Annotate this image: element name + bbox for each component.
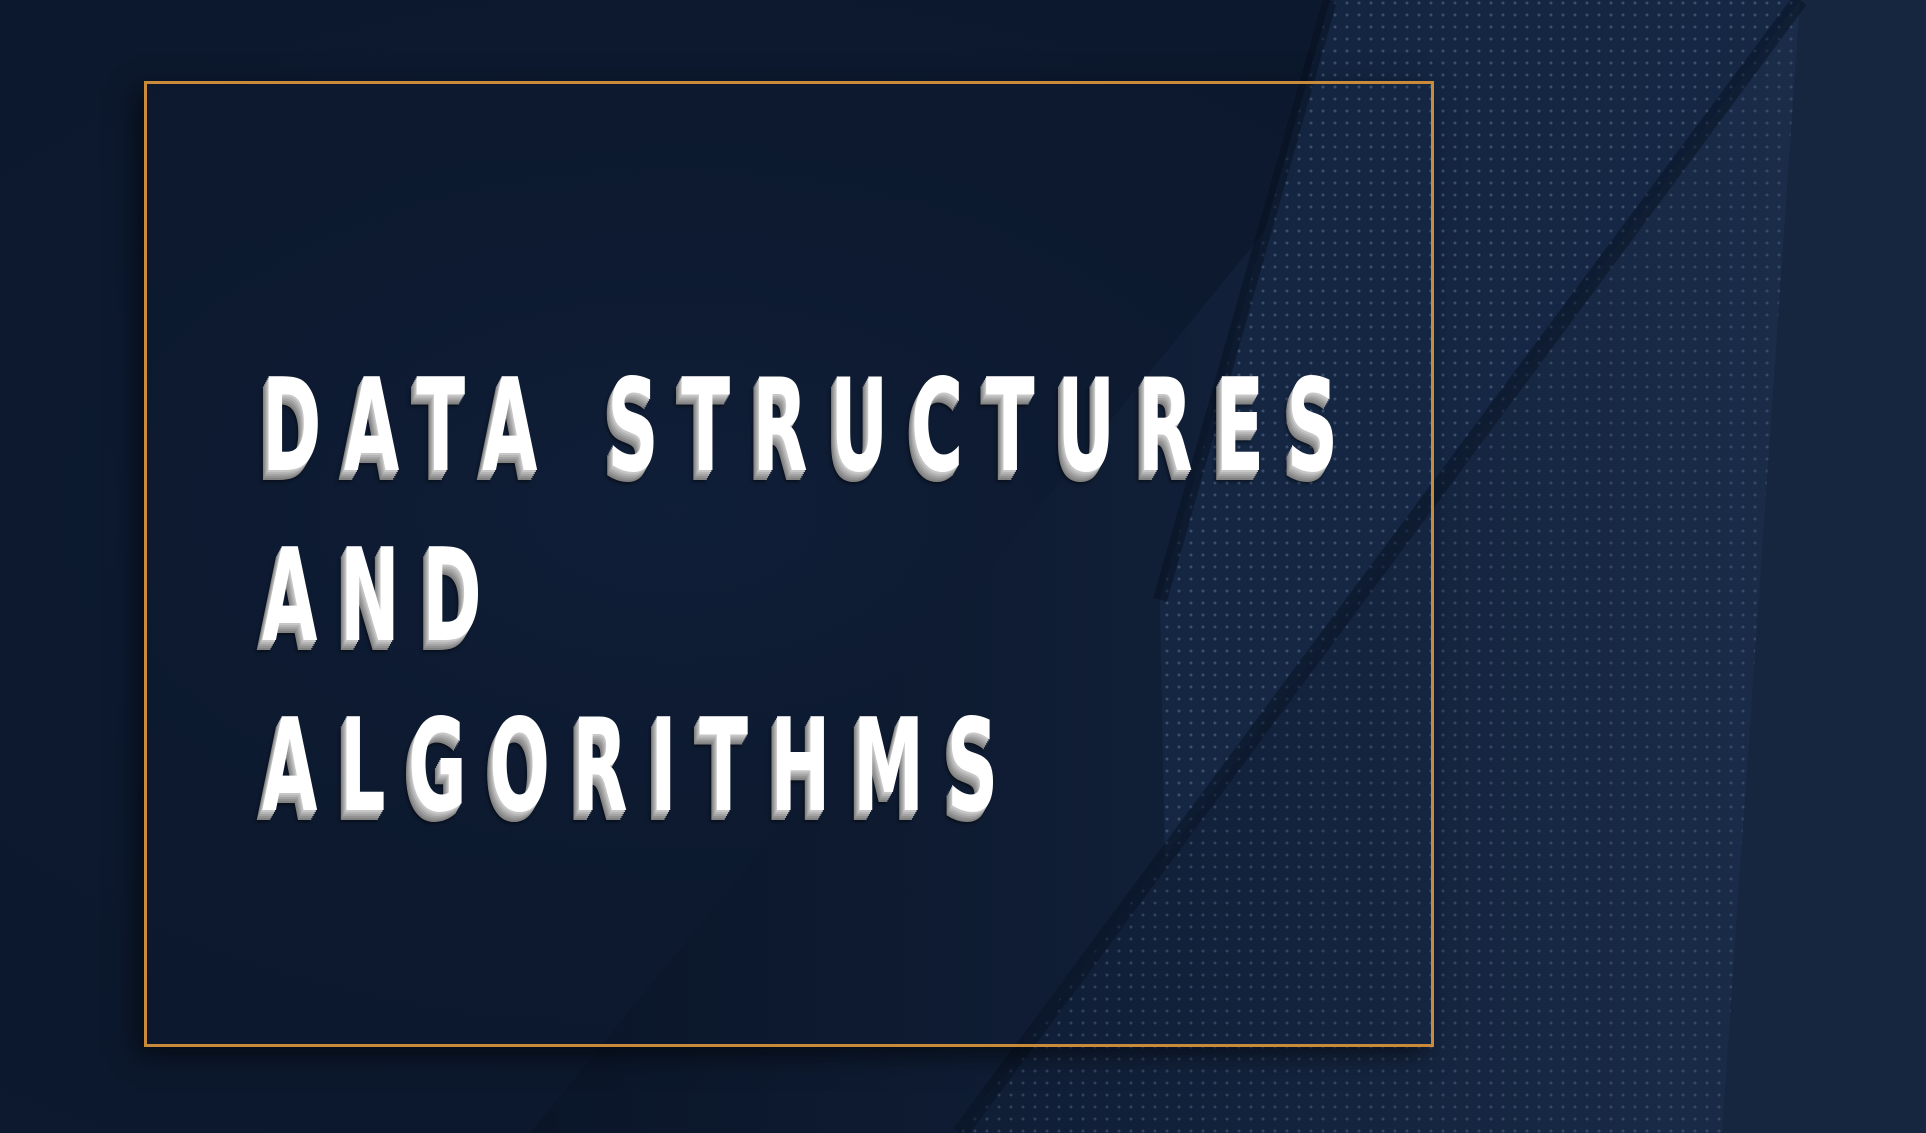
title-line-and: AND [262, 522, 505, 671]
title-line-data-structures: DATA STRUCTURES [262, 352, 1361, 501]
banner-title: DATA STRUCTURES AND ALGORITHMS [262, 342, 1361, 852]
banner-canvas: DATA STRUCTURES AND ALGORITHMS [0, 0, 1926, 1133]
title-line-algorithms: ALGORITHMS [262, 692, 1021, 841]
